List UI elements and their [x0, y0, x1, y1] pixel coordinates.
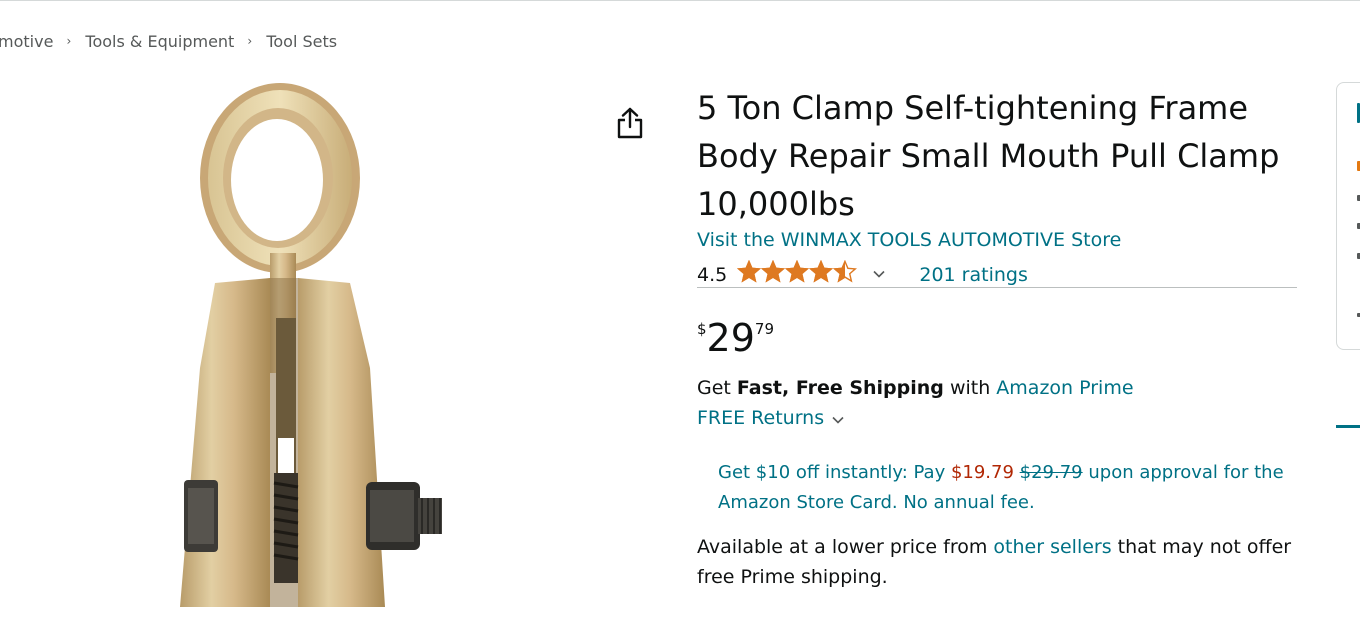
breadcrumb-item-tool-sets[interactable]: Tool Sets — [266, 32, 337, 51]
shipping-middle: with — [943, 377, 997, 399]
star-icon — [809, 259, 834, 283]
ratings-count-link[interactable]: 201 ratings — [919, 264, 1028, 286]
promo-old-price: $29.79 — [1019, 462, 1083, 483]
star-icon — [785, 259, 810, 283]
chevron-right-icon: › — [247, 33, 253, 48]
promo-new-price: $19.79 — [950, 462, 1014, 483]
top-divider — [0, 0, 1360, 1]
secondary-box-edge — [1336, 425, 1360, 618]
price-symbol: $ — [697, 320, 707, 338]
price: $2979 — [697, 316, 774, 360]
free-returns-label[interactable]: FREE Returns — [697, 407, 824, 429]
star-rating[interactable] — [737, 259, 858, 289]
availability-note: Available at a lower price from other se… — [697, 532, 1307, 592]
chevron-down-icon[interactable] — [832, 413, 844, 428]
shipping-prefix: Get — [697, 377, 737, 399]
share-icon[interactable] — [614, 106, 646, 140]
shipping-info: Get Fast, Free Shipping with Amazon Prim… — [697, 377, 1134, 399]
store-card-promo[interactable]: Get $10 off instantly: Pay $19.79 $29.79… — [718, 458, 1293, 518]
breadcrumb: motive › Tools & Equipment › Tool Sets — [0, 31, 337, 53]
divider — [697, 287, 1297, 288]
price-whole: 29 — [706, 316, 755, 360]
star-icon — [737, 259, 762, 283]
product-image[interactable] — [170, 78, 460, 607]
other-sellers-link[interactable]: other sellers — [993, 536, 1111, 558]
rating-row: 4.5 201 ratings — [697, 259, 1028, 289]
product-title: 5 Ton Clamp Self-tightening Frame Body R… — [697, 89, 1280, 223]
free-returns[interactable]: FREE Returns — [697, 407, 844, 429]
availability-text-1: Available at a lower price from — [697, 536, 994, 558]
price-fraction: 79 — [754, 320, 774, 338]
rating-value: 4.5 — [697, 263, 728, 286]
chevron-right-icon: › — [66, 33, 72, 48]
star-icon — [761, 259, 786, 283]
store-link[interactable]: Visit the WINMAX TOOLS AUTOMOTIVE Store — [697, 229, 1121, 251]
amazon-prime-link[interactable]: Amazon Prime — [996, 377, 1133, 399]
shipping-bold: Fast, Free Shipping — [736, 377, 944, 399]
pull-clamp-photo — [180, 83, 442, 607]
buy-box-edge — [1336, 82, 1360, 350]
star-icon — [833, 259, 858, 283]
promo-text-1: Get $10 off instantly: Pay — [718, 462, 951, 483]
breadcrumb-item-automotive[interactable]: motive — [0, 32, 53, 51]
breadcrumb-item-tools-equipment[interactable]: Tools & Equipment — [85, 32, 234, 51]
chevron-down-icon[interactable] — [873, 267, 885, 282]
